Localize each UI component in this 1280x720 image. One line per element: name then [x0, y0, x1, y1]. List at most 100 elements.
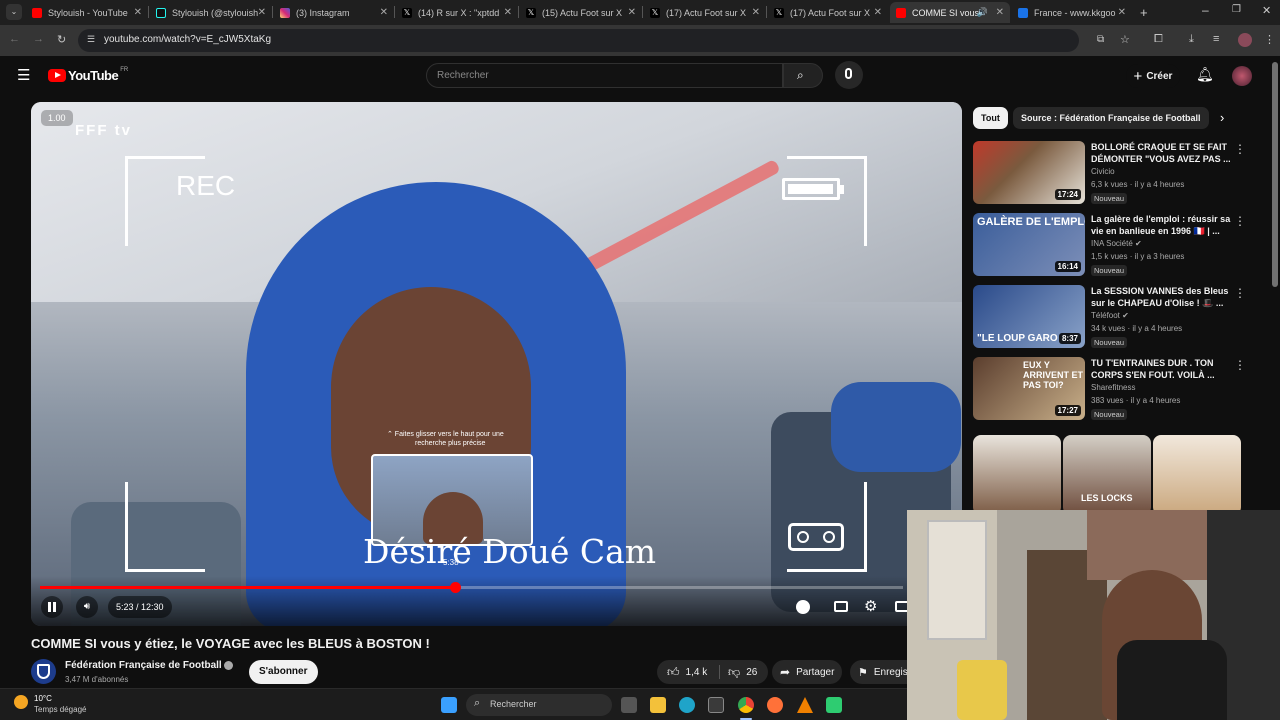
close-tab-icon[interactable]: ✕ — [380, 7, 388, 18]
microphone-icon — [845, 68, 852, 79]
microsoft-store-icon[interactable] — [708, 697, 724, 713]
like-button[interactable]: 👍︎ 1,4 k — [657, 665, 719, 680]
short-thumbnail[interactable] — [973, 435, 1061, 515]
autoplay-toggle[interactable] — [796, 600, 810, 614]
weather-temperature: 10°C — [34, 694, 52, 703]
recommendation-meta: 1,5 k vues · il y a 3 heures — [1091, 252, 1185, 261]
save-button[interactable]: ⚑ Enregis — [850, 660, 908, 684]
browser-tab[interactable]: 𝕏 (17) Actu Foot sur X ✕ — [644, 2, 766, 23]
browser-tab[interactable]: France - www.kkgoo ✕ — [1012, 2, 1132, 23]
settings-gear-icon[interactable]: ⚙ — [864, 597, 877, 615]
short-thumbnail[interactable] — [1153, 435, 1241, 515]
install-app-icon[interactable]: ⧉ — [1097, 34, 1104, 45]
edge-icon[interactable] — [679, 697, 695, 713]
progress-bar[interactable] — [40, 582, 903, 593]
voice-search-button[interactable] — [835, 61, 863, 89]
close-tab-icon[interactable]: ✕ — [628, 7, 636, 18]
bookmark-star-icon[interactable]: ☆ — [1120, 33, 1130, 46]
pause-button[interactable] — [41, 596, 63, 618]
channel-avatar[interactable] — [31, 659, 56, 684]
close-window-icon[interactable]: ✕ — [1262, 4, 1271, 17]
recommendation-item[interactable]: EUX Y ARRIVENT ET PAS TOI? 17:27 TU T'EN… — [973, 357, 1246, 421]
short-caption: LES LOCKS — [1081, 493, 1133, 503]
account-avatar[interactable] — [1232, 66, 1252, 86]
browser-tab[interactable]: 𝕏 (17) Actu Foot sur X ✕ — [768, 2, 888, 23]
browser-tab[interactable]: Stylouish - YouTube ✕ — [26, 2, 148, 23]
close-tab-icon[interactable]: ✕ — [996, 7, 1004, 18]
region-code: FR — [120, 66, 129, 73]
minimize-icon[interactable]: – — [1202, 3, 1209, 17]
search-button[interactable]: ⌕ — [783, 63, 823, 88]
site-info-icon[interactable]: ☰ — [87, 34, 95, 45]
profile-avatar[interactable] — [1238, 33, 1252, 47]
new-badge: Nouveau — [1091, 409, 1128, 420]
file-explorer-icon[interactable] — [650, 697, 666, 713]
vlc-icon[interactable] — [797, 697, 813, 713]
close-tab-icon[interactable]: ✕ — [1118, 7, 1126, 18]
close-tab-icon[interactable]: ✕ — [874, 7, 882, 18]
url-text[interactable]: youtube.com/watch?v=E_cJW5XtaKg — [104, 34, 271, 45]
restore-icon[interactable]: ❐ — [1232, 4, 1241, 15]
volume-button[interactable]: 🔊︎ — [76, 596, 98, 618]
more-options-icon[interactable]: ⋮ — [1234, 358, 1246, 372]
tab-list-dropdown-icon[interactable]: ⌄ — [6, 4, 22, 20]
chip-all[interactable]: Tout — [973, 107, 1008, 129]
video-player[interactable]: 1.00 FFF tv REC ⌃ Faites glisser vers le… — [31, 102, 962, 626]
download-icon[interactable]: ⤓ — [1189, 33, 1194, 46]
back-icon[interactable]: ← — [9, 33, 20, 45]
search-input[interactable]: Rechercher — [426, 63, 783, 88]
page-scrollbar[interactable] — [1272, 62, 1278, 287]
speaker-icon[interactable]: 🔊 — [977, 7, 988, 18]
more-options-icon[interactable]: ⋮ — [1234, 142, 1246, 156]
firefox-icon[interactable] — [767, 697, 783, 713]
chip-source[interactable]: Source : Fédération Française de Footbal… — [1013, 107, 1209, 129]
app-icon[interactable] — [826, 697, 842, 713]
youtube-play-logo-icon — [48, 69, 66, 82]
address-bar[interactable]: ☰ youtube.com/watch?v=E_cJW5XtaKg ⧉ ☆ — [78, 29, 1130, 52]
menu-kebab-icon[interactable]: ⋮ — [1264, 33, 1275, 46]
recommendation-item[interactable]: 17:24 BOLLORÉ CRAQUE ET SE FAIT DÉMONTER… — [973, 141, 1246, 205]
subscribe-button[interactable]: S'abonner — [249, 660, 318, 684]
subtitles-icon[interactable] — [834, 601, 848, 612]
search-icon: ⌕ — [797, 68, 804, 82]
browser-tab-active[interactable]: COMME SI vous 🔊 ✕ — [890, 2, 1010, 23]
browser-tab[interactable]: (3) Instagram ✕ — [274, 2, 394, 23]
close-tab-icon[interactable]: ✕ — [134, 7, 142, 18]
task-view-icon[interactable] — [621, 697, 637, 713]
x-favicon-icon: 𝕏 — [650, 7, 660, 18]
taskbar-search-box[interactable]: ⌕ Rechercher — [466, 694, 612, 716]
forward-icon[interactable]: → — [33, 33, 44, 45]
close-tab-icon[interactable]: ✕ — [504, 7, 512, 18]
close-tab-icon[interactable]: ✕ — [258, 7, 266, 18]
new-badge: Nouveau — [1091, 337, 1128, 348]
recommendation-meta: 383 vues · il y a 4 heures — [1091, 396, 1181, 405]
more-options-icon[interactable]: ⋮ — [1234, 214, 1246, 228]
tab-search-icon[interactable]: ≡ — [1213, 33, 1219, 45]
browser-tab[interactable]: 𝕏 (14) R sur X : "xptdd ✕ — [396, 2, 518, 23]
more-options-icon[interactable]: ⋮ — [1234, 286, 1246, 300]
tab-title: France - www.kkgoo — [1034, 7, 1116, 18]
reload-icon[interactable]: ↻ — [57, 33, 66, 46]
tab-title: (17) Actu Foot sur X — [666, 7, 747, 18]
notifications-bell-icon[interactable]: 🔔︎ — [1196, 66, 1214, 83]
windows-start-icon[interactable] — [441, 697, 457, 713]
dislike-button[interactable]: 👎︎ 26 — [720, 665, 757, 680]
short-thumbnail[interactable]: LES LOCKS — [1063, 435, 1151, 515]
browser-tab[interactable]: 𝕏 (15) Actu Foot sur X ✕ — [520, 2, 642, 23]
tab-title: Stylouish (@stylouish — [172, 7, 259, 18]
hamburger-menu-icon[interactable]: ☰ — [17, 66, 30, 84]
recommendation-item[interactable]: "LE LOUP GARO 8:37 La SESSION VANNES des… — [973, 285, 1246, 349]
browser-tab[interactable]: Stylouish (@stylouish ✕ — [150, 2, 272, 23]
extensions-icon[interactable]: ⧠ — [1154, 33, 1163, 46]
close-tab-icon[interactable]: ✕ — [752, 7, 760, 18]
chrome-icon[interactable] — [738, 697, 754, 713]
recommendation-thumbnail: "LE LOUP GARO 8:37 — [973, 285, 1085, 348]
create-button[interactable]: + Créer — [1126, 64, 1180, 88]
youtube-logo[interactable]: YouTube FR — [48, 66, 129, 83]
channel-name[interactable]: Fédération Française de Football — [65, 660, 222, 671]
browser-toolbar: ← → ↻ ☰ youtube.com/watch?v=E_cJW5XtaKg … — [0, 25, 1280, 56]
chevron-right-icon[interactable]: › — [1220, 110, 1224, 125]
share-button[interactable]: ➦ Partager — [772, 660, 842, 684]
new-tab-button[interactable]: + — [1140, 5, 1148, 20]
recommendation-item[interactable]: GALÈRE DE L'EMPLOI 16:14 La galère de l'… — [973, 213, 1246, 277]
